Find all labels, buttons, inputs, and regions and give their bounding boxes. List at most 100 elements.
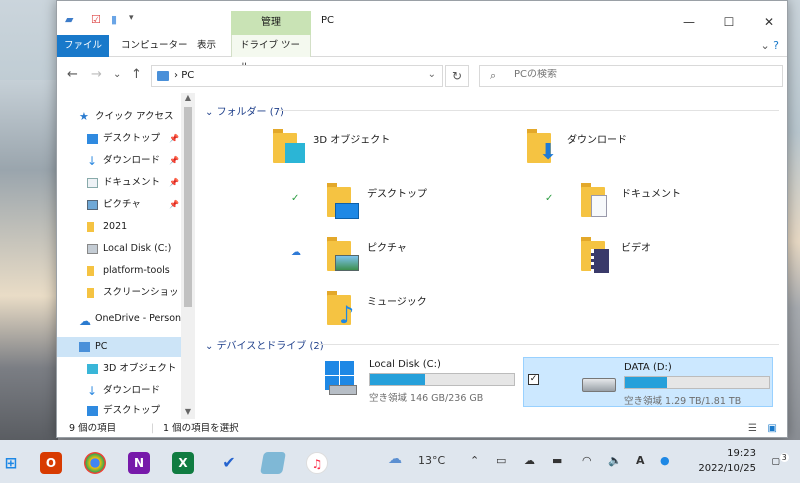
star-icon: ★ bbox=[79, 110, 89, 123]
help-icon: ? bbox=[773, 39, 779, 52]
search-box[interactable]: ⌕ bbox=[479, 65, 783, 87]
notes-app-icon[interactable] bbox=[260, 452, 286, 474]
folder-tile-pictures[interactable]: ピクチャ bbox=[327, 231, 527, 279]
nav-item-quick-access[interactable]: ★ クイック アクセス bbox=[57, 107, 181, 127]
weather-cloud-icon[interactable]: ☁ bbox=[388, 451, 402, 467]
cloud-sync-icon: ☁ bbox=[291, 247, 301, 258]
drive-usage-bar bbox=[624, 376, 770, 389]
nav-item-pc-downloads[interactable]: ↓ ダウンロード bbox=[57, 381, 181, 401]
desktop-icon bbox=[87, 406, 98, 416]
scrollbar-thumb[interactable] bbox=[184, 107, 192, 307]
nav-item-onedrive[interactable]: ☁ OneDrive - Person bbox=[57, 309, 181, 329]
wifi-icon[interactable]: ◠ bbox=[582, 454, 592, 467]
context-tab-manage[interactable]: 管理 bbox=[231, 11, 311, 35]
onenote-app-icon[interactable]: N bbox=[128, 452, 150, 474]
folders-group-header[interactable]: ⌄ フォルダー (7) bbox=[205, 103, 284, 118]
drives-group-header[interactable]: ⌄ デバイスとドライブ (2) bbox=[205, 337, 324, 352]
folder-icon: ⬇ bbox=[527, 129, 557, 164]
clock-date: 2022/10/25 bbox=[698, 463, 756, 474]
meet-now-icon[interactable]: ▭ bbox=[496, 454, 506, 467]
clock[interactable]: 19:23 2022/10/25 bbox=[698, 446, 756, 476]
document-icon bbox=[87, 178, 98, 188]
battery-icon[interactable]: ▬ bbox=[552, 454, 562, 467]
notification-center-icon[interactable]: ▢ 3 bbox=[770, 453, 790, 471]
todo-app-icon[interactable]: ✔ bbox=[218, 452, 240, 474]
nav-item-2021[interactable]: 2021 bbox=[57, 217, 181, 237]
nav-item-3d-objects[interactable]: 3D オブジェクト bbox=[57, 359, 181, 379]
divider bbox=[279, 110, 779, 111]
ime-indicator[interactable]: A bbox=[636, 454, 645, 467]
details-view-icon[interactable]: ☰ bbox=[748, 419, 757, 439]
cube-3d-icon bbox=[285, 143, 305, 163]
minimize-button[interactable]: — bbox=[667, 11, 711, 33]
office-app-icon[interactable]: O bbox=[40, 452, 62, 474]
defender-icon[interactable]: ● bbox=[660, 454, 670, 467]
nav-item-pictures[interactable]: ピクチャ 📌 bbox=[57, 195, 181, 215]
large-icons-view-icon[interactable]: ▣ bbox=[768, 419, 777, 439]
up-arrow-icon[interactable]: ↑ bbox=[131, 67, 142, 82]
new-folder-icon[interactable]: ▮ bbox=[111, 13, 117, 27]
drive-usage-fill bbox=[625, 377, 667, 388]
folder-tile-desktop[interactable]: デスクトップ bbox=[327, 177, 527, 225]
nav-item-local-disk-c[interactable]: Local Disk (C:) bbox=[57, 239, 181, 259]
excel-app-icon[interactable]: X bbox=[172, 452, 194, 474]
folder-tile-downloads[interactable]: ⬇ ダウンロード bbox=[527, 123, 727, 171]
music-app-icon[interactable]: ♫ bbox=[306, 452, 328, 474]
nav-item-pc-desktop[interactable]: デスクトップ bbox=[57, 401, 181, 419]
folder-tile-documents[interactable]: ドキュメント bbox=[581, 177, 781, 225]
scroll-up-icon[interactable]: ▲ bbox=[181, 93, 195, 105]
nav-item-desktop[interactable]: デスクトップ 📌 bbox=[57, 129, 181, 149]
tab-file[interactable]: ファイル bbox=[57, 35, 109, 57]
clock-time: 19:23 bbox=[727, 448, 756, 459]
folder-tile-videos[interactable]: ビデオ bbox=[581, 231, 781, 279]
address-path: › PC bbox=[174, 70, 195, 81]
folder-tile-3d-objects[interactable]: 3D オブジェクト bbox=[273, 123, 473, 171]
search-input[interactable] bbox=[514, 69, 764, 80]
folder-icon bbox=[327, 237, 359, 271]
scroll-down-icon[interactable]: ▼ bbox=[181, 407, 195, 419]
tab-computer[interactable]: コンピューター bbox=[113, 35, 196, 57]
volume-icon[interactable]: 🔈 bbox=[608, 454, 622, 467]
close-button[interactable]: ✕ bbox=[747, 11, 791, 33]
nav-item-platform-tools[interactable]: platform-tools bbox=[57, 261, 181, 281]
forward-arrow-icon[interactable]: → bbox=[91, 67, 102, 82]
folder-icon bbox=[87, 266, 94, 276]
nav-item-screenshots[interactable]: スクリーンショット bbox=[57, 283, 181, 303]
chrome-app-icon[interactable] bbox=[84, 452, 106, 474]
pin-icon: 📌 bbox=[169, 178, 179, 187]
customize-qa-icon[interactable]: ▾ bbox=[129, 13, 134, 27]
document-icon bbox=[591, 195, 607, 217]
address-bar[interactable]: › PC ⌄ bbox=[151, 65, 443, 87]
navpane-scrollbar[interactable]: ▲ ▼ bbox=[181, 93, 195, 419]
navigation-pane: ★ クイック アクセス デスクトップ 📌 ↓ ダウンロード 📌 ドキュメント 📌… bbox=[57, 93, 197, 419]
drive-icon bbox=[87, 244, 98, 254]
tab-drive-tools[interactable]: ドライブ ツール bbox=[231, 35, 311, 73]
nav-item-downloads[interactable]: ↓ ダウンロード 📌 bbox=[57, 151, 181, 171]
desktop-icon bbox=[87, 134, 98, 144]
properties-icon[interactable]: ☑ bbox=[91, 13, 101, 27]
pin-icon: 📌 bbox=[169, 200, 179, 209]
desktop-icon bbox=[335, 203, 359, 219]
pc-icon bbox=[79, 342, 90, 352]
refresh-button[interactable]: ↻ bbox=[445, 65, 469, 87]
ribbon-expand-icon[interactable]: ⌄ ? bbox=[760, 39, 779, 52]
item-count: 9 個の項目 bbox=[69, 423, 117, 434]
nav-item-pc[interactable]: PC bbox=[57, 337, 181, 357]
recent-dropdown-icon[interactable]: ⌄ bbox=[113, 69, 121, 80]
tab-view[interactable]: 表示 bbox=[189, 35, 224, 57]
show-hidden-icons-icon[interactable]: ⌃ bbox=[470, 454, 479, 467]
weather-temperature[interactable]: 13°C bbox=[418, 454, 445, 467]
drive-tile-c[interactable]: Local Disk (C:) 空き領域 146 GB/236 GB bbox=[323, 355, 523, 405]
file-explorer-window: ▰ ☑ ▮ ▾ 管理 PC — ☐ ✕ ファイル コンピューター 表示 ドライブ… bbox=[56, 0, 788, 438]
windows-start-icon[interactable]: ⊞ bbox=[0, 452, 22, 474]
folder-tile-music[interactable]: ♪ ミュージック bbox=[327, 285, 527, 333]
status-bar: 9 個の項目 | 1 個の項目を選択 ☰ ▣ bbox=[57, 419, 787, 439]
address-dropdown-icon[interactable]: ⌄ bbox=[428, 69, 436, 80]
nav-item-documents[interactable]: ドキュメント 📌 bbox=[57, 173, 181, 193]
back-arrow-icon[interactable]: ← bbox=[67, 67, 78, 82]
selection-checkbox[interactable]: ✓ bbox=[528, 374, 539, 385]
folder-icon: ♪ bbox=[327, 291, 357, 327]
onedrive-icon[interactable]: ☁ bbox=[524, 454, 535, 467]
maximize-button[interactable]: ☐ bbox=[707, 11, 751, 33]
drive-tile-d[interactable]: ✓ DATA (D:) 空き領域 1.29 TB/1.81 TB bbox=[523, 357, 773, 407]
